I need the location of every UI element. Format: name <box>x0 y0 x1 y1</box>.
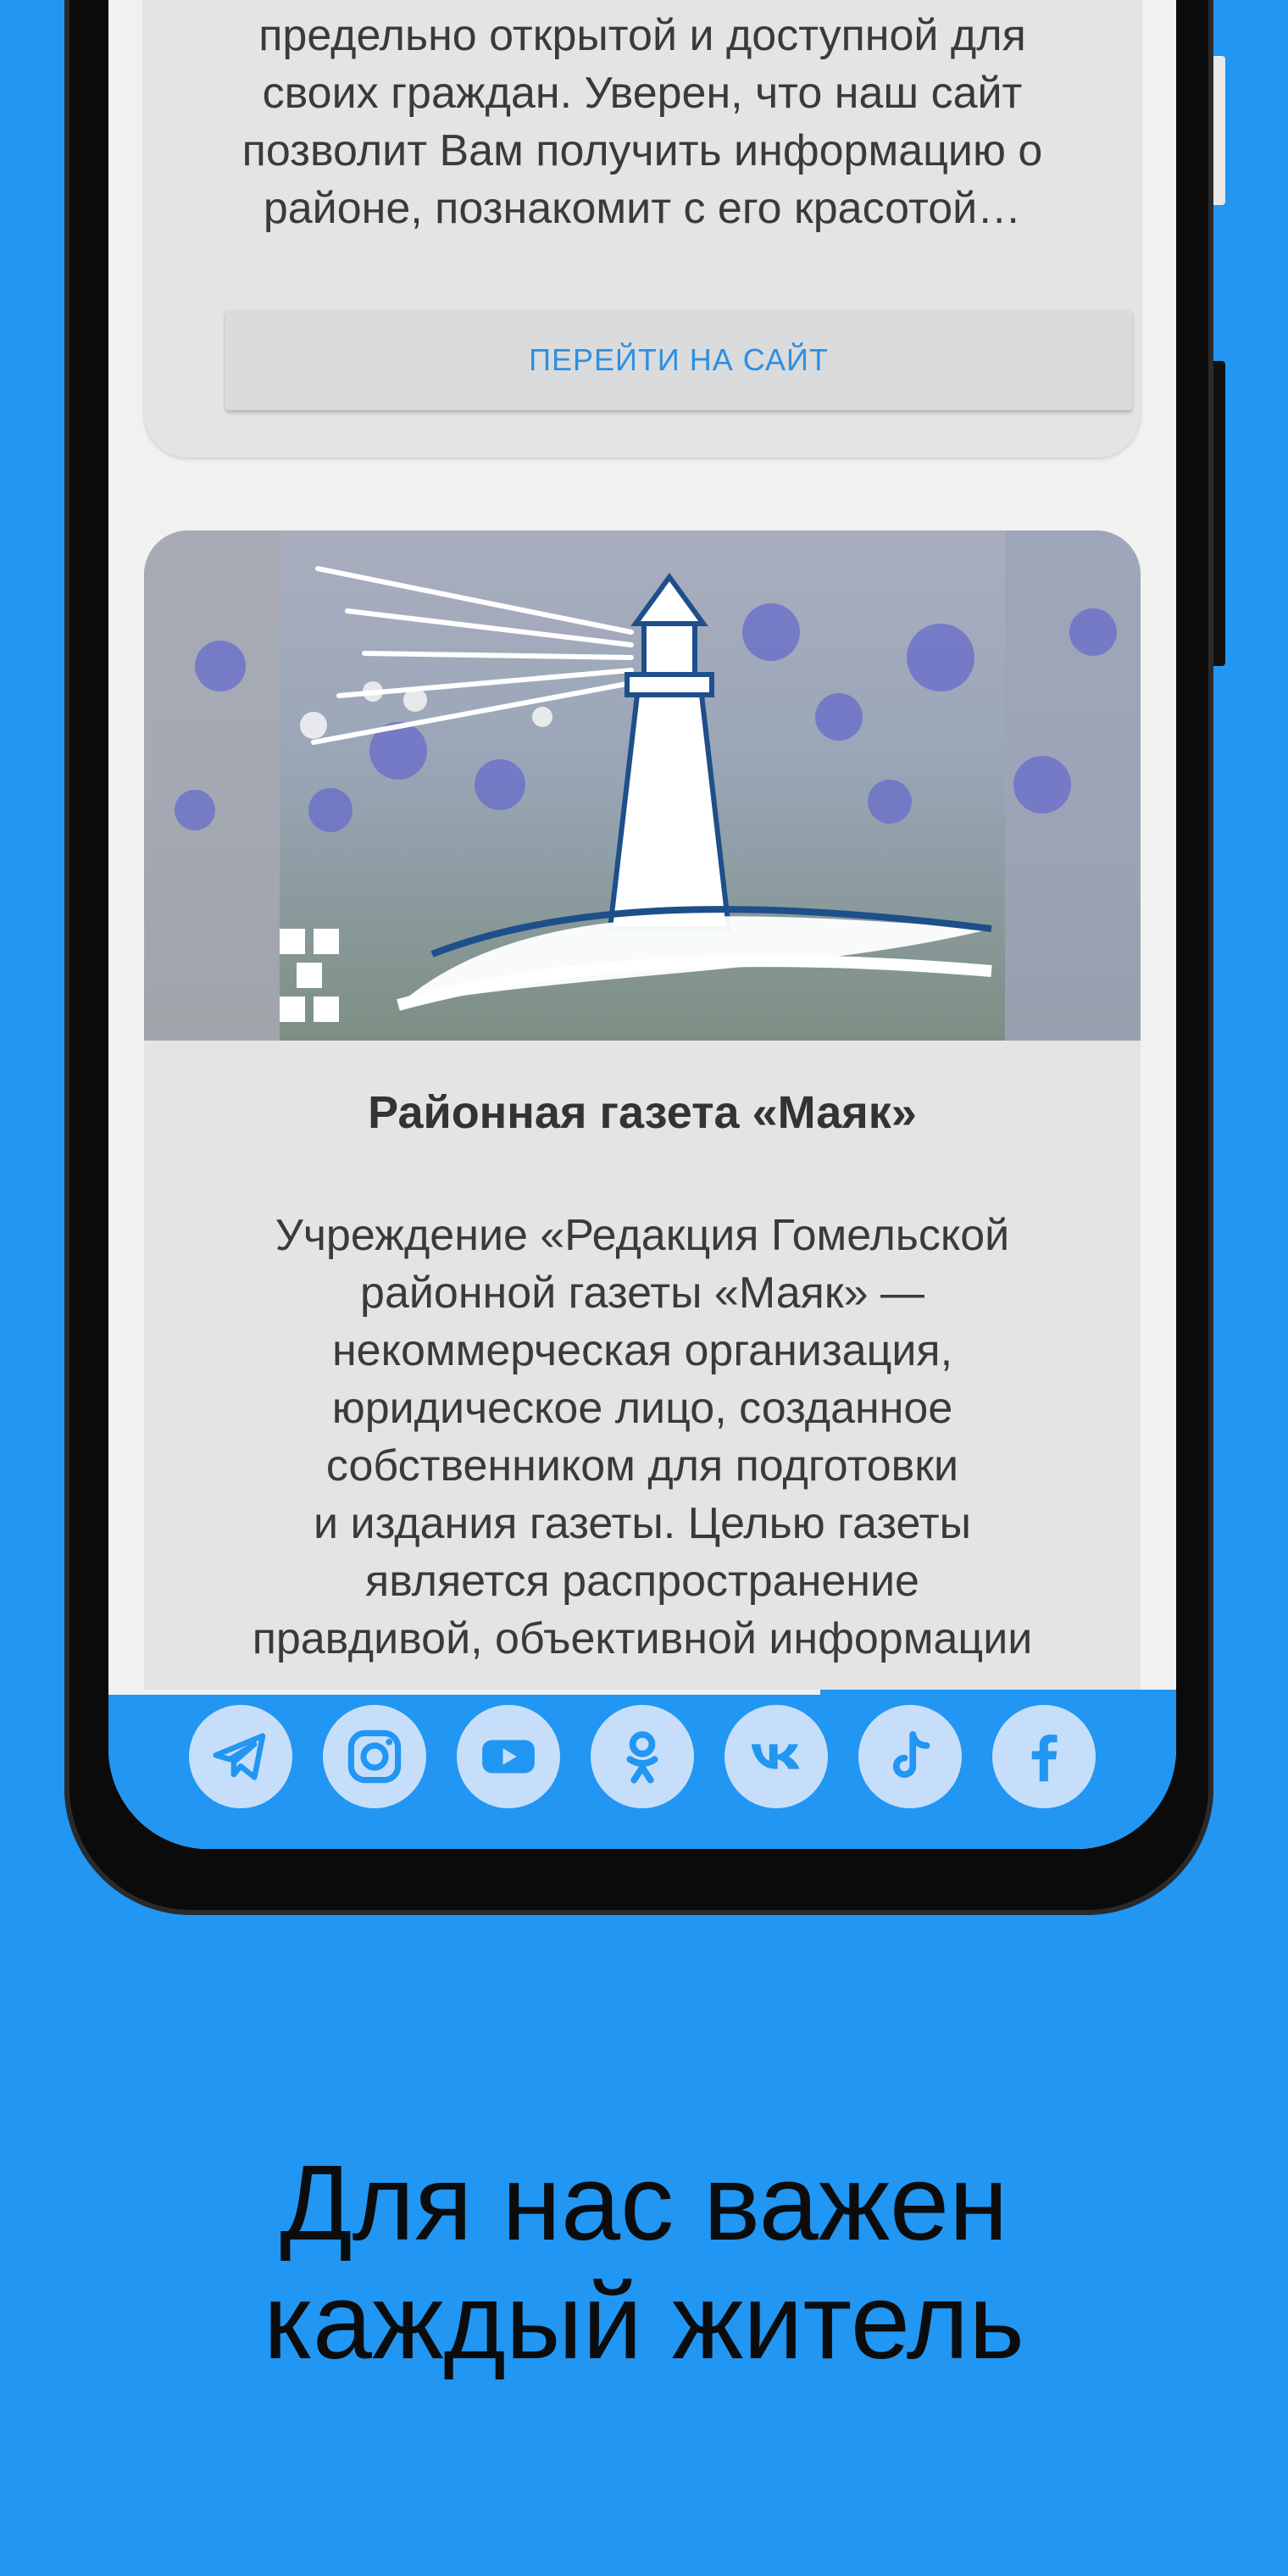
vk-icon <box>751 1744 800 1769</box>
social-links-bar <box>108 1690 1176 1849</box>
promo-headline: Для нас важен каждый житель <box>264 2143 1024 2381</box>
social-icons-row <box>108 1705 1176 1808</box>
go-to-site-button[interactable]: ПЕРЕЙТИ НА САЙТ <box>225 310 1132 410</box>
odnoklassniki-button[interactable] <box>591 1705 694 1808</box>
newspaper-title: Районная газета «Маяк» <box>368 1087 917 1138</box>
newspaper-card-mayak: Районная газета «Маяк» Учреждение «Редак… <box>144 530 1141 1849</box>
telegram-icon <box>213 1733 266 1780</box>
odnoklassniki-icon <box>626 1731 658 1784</box>
youtube-button[interactable] <box>457 1705 560 1808</box>
instagram-icon <box>347 1729 402 1784</box>
card-description: предельно открытой и доступной для своих… <box>242 11 1043 233</box>
phone-power-button <box>1213 361 1225 666</box>
facebook-icon <box>1031 1735 1058 1782</box>
telegram-button[interactable] <box>189 1705 292 1808</box>
scroll-progress-track <box>108 1690 820 1695</box>
vk-button[interactable] <box>724 1705 828 1808</box>
lighthouse-image <box>144 530 1141 1041</box>
newspaper-description: Учреждение «Редакция Гомельской районной… <box>252 1211 1033 1663</box>
app-screen[interactable]: предельно открытой и доступной для своих… <box>108 0 1176 1849</box>
phone-side-button <box>1213 56 1225 205</box>
news-card-district: предельно открытой и доступной для своих… <box>144 0 1141 458</box>
tiktok-icon <box>892 1731 930 1778</box>
facebook-button[interactable] <box>992 1705 1096 1808</box>
tiktok-button[interactable] <box>858 1705 962 1808</box>
youtube-icon <box>482 1740 535 1774</box>
scroll-progress-indicator <box>820 1690 1176 1695</box>
instagram-button[interactable] <box>323 1705 426 1808</box>
